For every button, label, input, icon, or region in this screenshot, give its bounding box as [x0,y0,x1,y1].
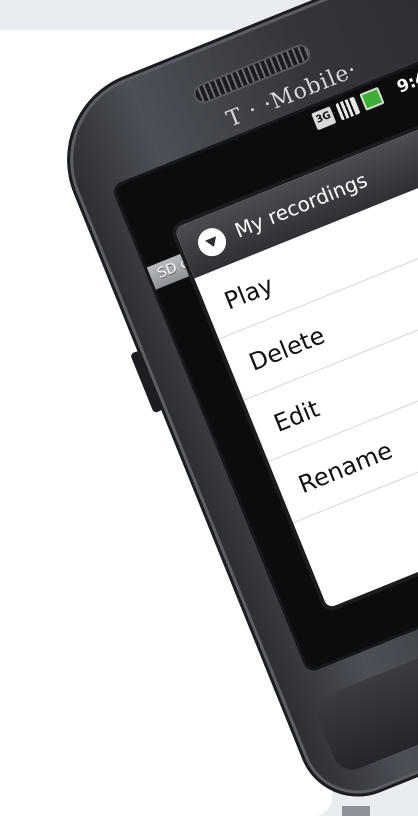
chevron-down-circle-icon [193,223,231,261]
phone-illustration: T · ·Mobile· 3G 9:41 AM SD card is busy … [0,0,418,816]
network-3g-icon: 3G [311,106,337,131]
battery-icon [359,86,385,111]
signal-strength-icon [335,96,361,121]
phone-device: T · ·Mobile· 3G 9:41 AM SD card is busy … [40,0,418,815]
